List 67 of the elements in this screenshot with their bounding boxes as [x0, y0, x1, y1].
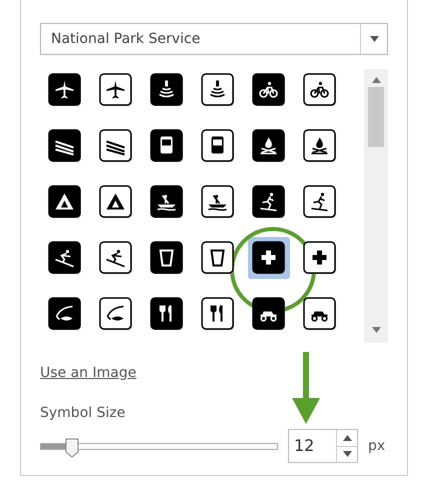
symbol-tile[interactable] [150, 241, 184, 275]
bicycle-icon [252, 73, 286, 107]
symbol-tile[interactable] [48, 241, 82, 275]
up-arrow-icon [342, 434, 352, 441]
fishing-icon [48, 297, 82, 331]
drink-icon [201, 241, 235, 275]
symbol-tile[interactable] [303, 241, 337, 275]
symbol-tile[interactable] [99, 185, 133, 219]
size-value: 12 [293, 435, 316, 457]
symbol-tile[interactable] [99, 241, 133, 275]
buoy-icon [201, 73, 235, 107]
bicycle-icon [303, 73, 337, 107]
food-icon [150, 297, 184, 331]
unit-label: px [368, 438, 386, 454]
symbol-tile[interactable] [201, 297, 235, 331]
symbol-tile[interactable] [252, 129, 286, 163]
downhill-icon [99, 241, 133, 275]
atv-icon [252, 297, 286, 331]
buoy-icon [150, 73, 184, 107]
symbol-tile[interactable] [201, 185, 235, 219]
caret-icon [370, 36, 378, 42]
symbol-tile[interactable] [201, 241, 235, 275]
campfire-icon [252, 129, 286, 163]
symbol-size-label: Symbol Size [40, 405, 126, 421]
atv-icon [303, 297, 337, 331]
symbol-tile[interactable] [303, 129, 337, 163]
downhill-icon [48, 241, 82, 275]
symbol-tile[interactable] [48, 73, 82, 107]
dropdown-value: National Park Service [50, 31, 202, 47]
down-arrow-icon [292, 352, 320, 424]
scroll-thumb[interactable] [368, 87, 384, 147]
symbol-tile[interactable] [252, 185, 286, 219]
tent-icon [99, 185, 133, 219]
symbol-tile[interactable] [303, 73, 337, 107]
symbol-tile[interactable] [150, 73, 184, 107]
symbol-tile[interactable] [303, 297, 337, 331]
symbol-tile[interactable] [48, 185, 82, 219]
drink-icon [150, 241, 184, 275]
use-image-link[interactable]: Use an Image [40, 365, 136, 381]
slider-thumb[interactable] [64, 438, 79, 458]
canoe-icon [150, 185, 184, 219]
symbol-tile[interactable] [150, 185, 184, 219]
fishing-icon [99, 297, 133, 331]
campfire-icon [303, 129, 337, 163]
symbol-tile[interactable] [252, 297, 286, 331]
firstaid-icon [252, 241, 286, 275]
tent-icon [48, 185, 82, 219]
skitour-icon [303, 185, 337, 219]
symbol-tile[interactable] [303, 185, 337, 219]
scrollbar[interactable] [364, 69, 388, 343]
symbol-tile[interactable] [99, 73, 133, 107]
symbol-tile[interactable] [99, 297, 133, 331]
size-spinner[interactable]: 12 [288, 429, 358, 463]
canoe-icon [201, 185, 235, 219]
skitour-icon [252, 185, 286, 219]
symbol-tile[interactable] [201, 73, 235, 107]
scroll-down-icon[interactable] [372, 327, 380, 333]
plane-icon [99, 73, 133, 107]
symbol-tile[interactable] [48, 297, 82, 331]
food-icon [201, 297, 235, 331]
down-caret-icon [342, 451, 352, 458]
firstaid-icon [303, 241, 337, 275]
plane-icon [48, 73, 82, 107]
symbol-tile[interactable] [150, 297, 184, 331]
symbol-tile[interactable] [252, 73, 286, 107]
scroll-up-icon[interactable] [372, 77, 380, 83]
source-dropdown[interactable]: National Park Service [40, 23, 388, 55]
